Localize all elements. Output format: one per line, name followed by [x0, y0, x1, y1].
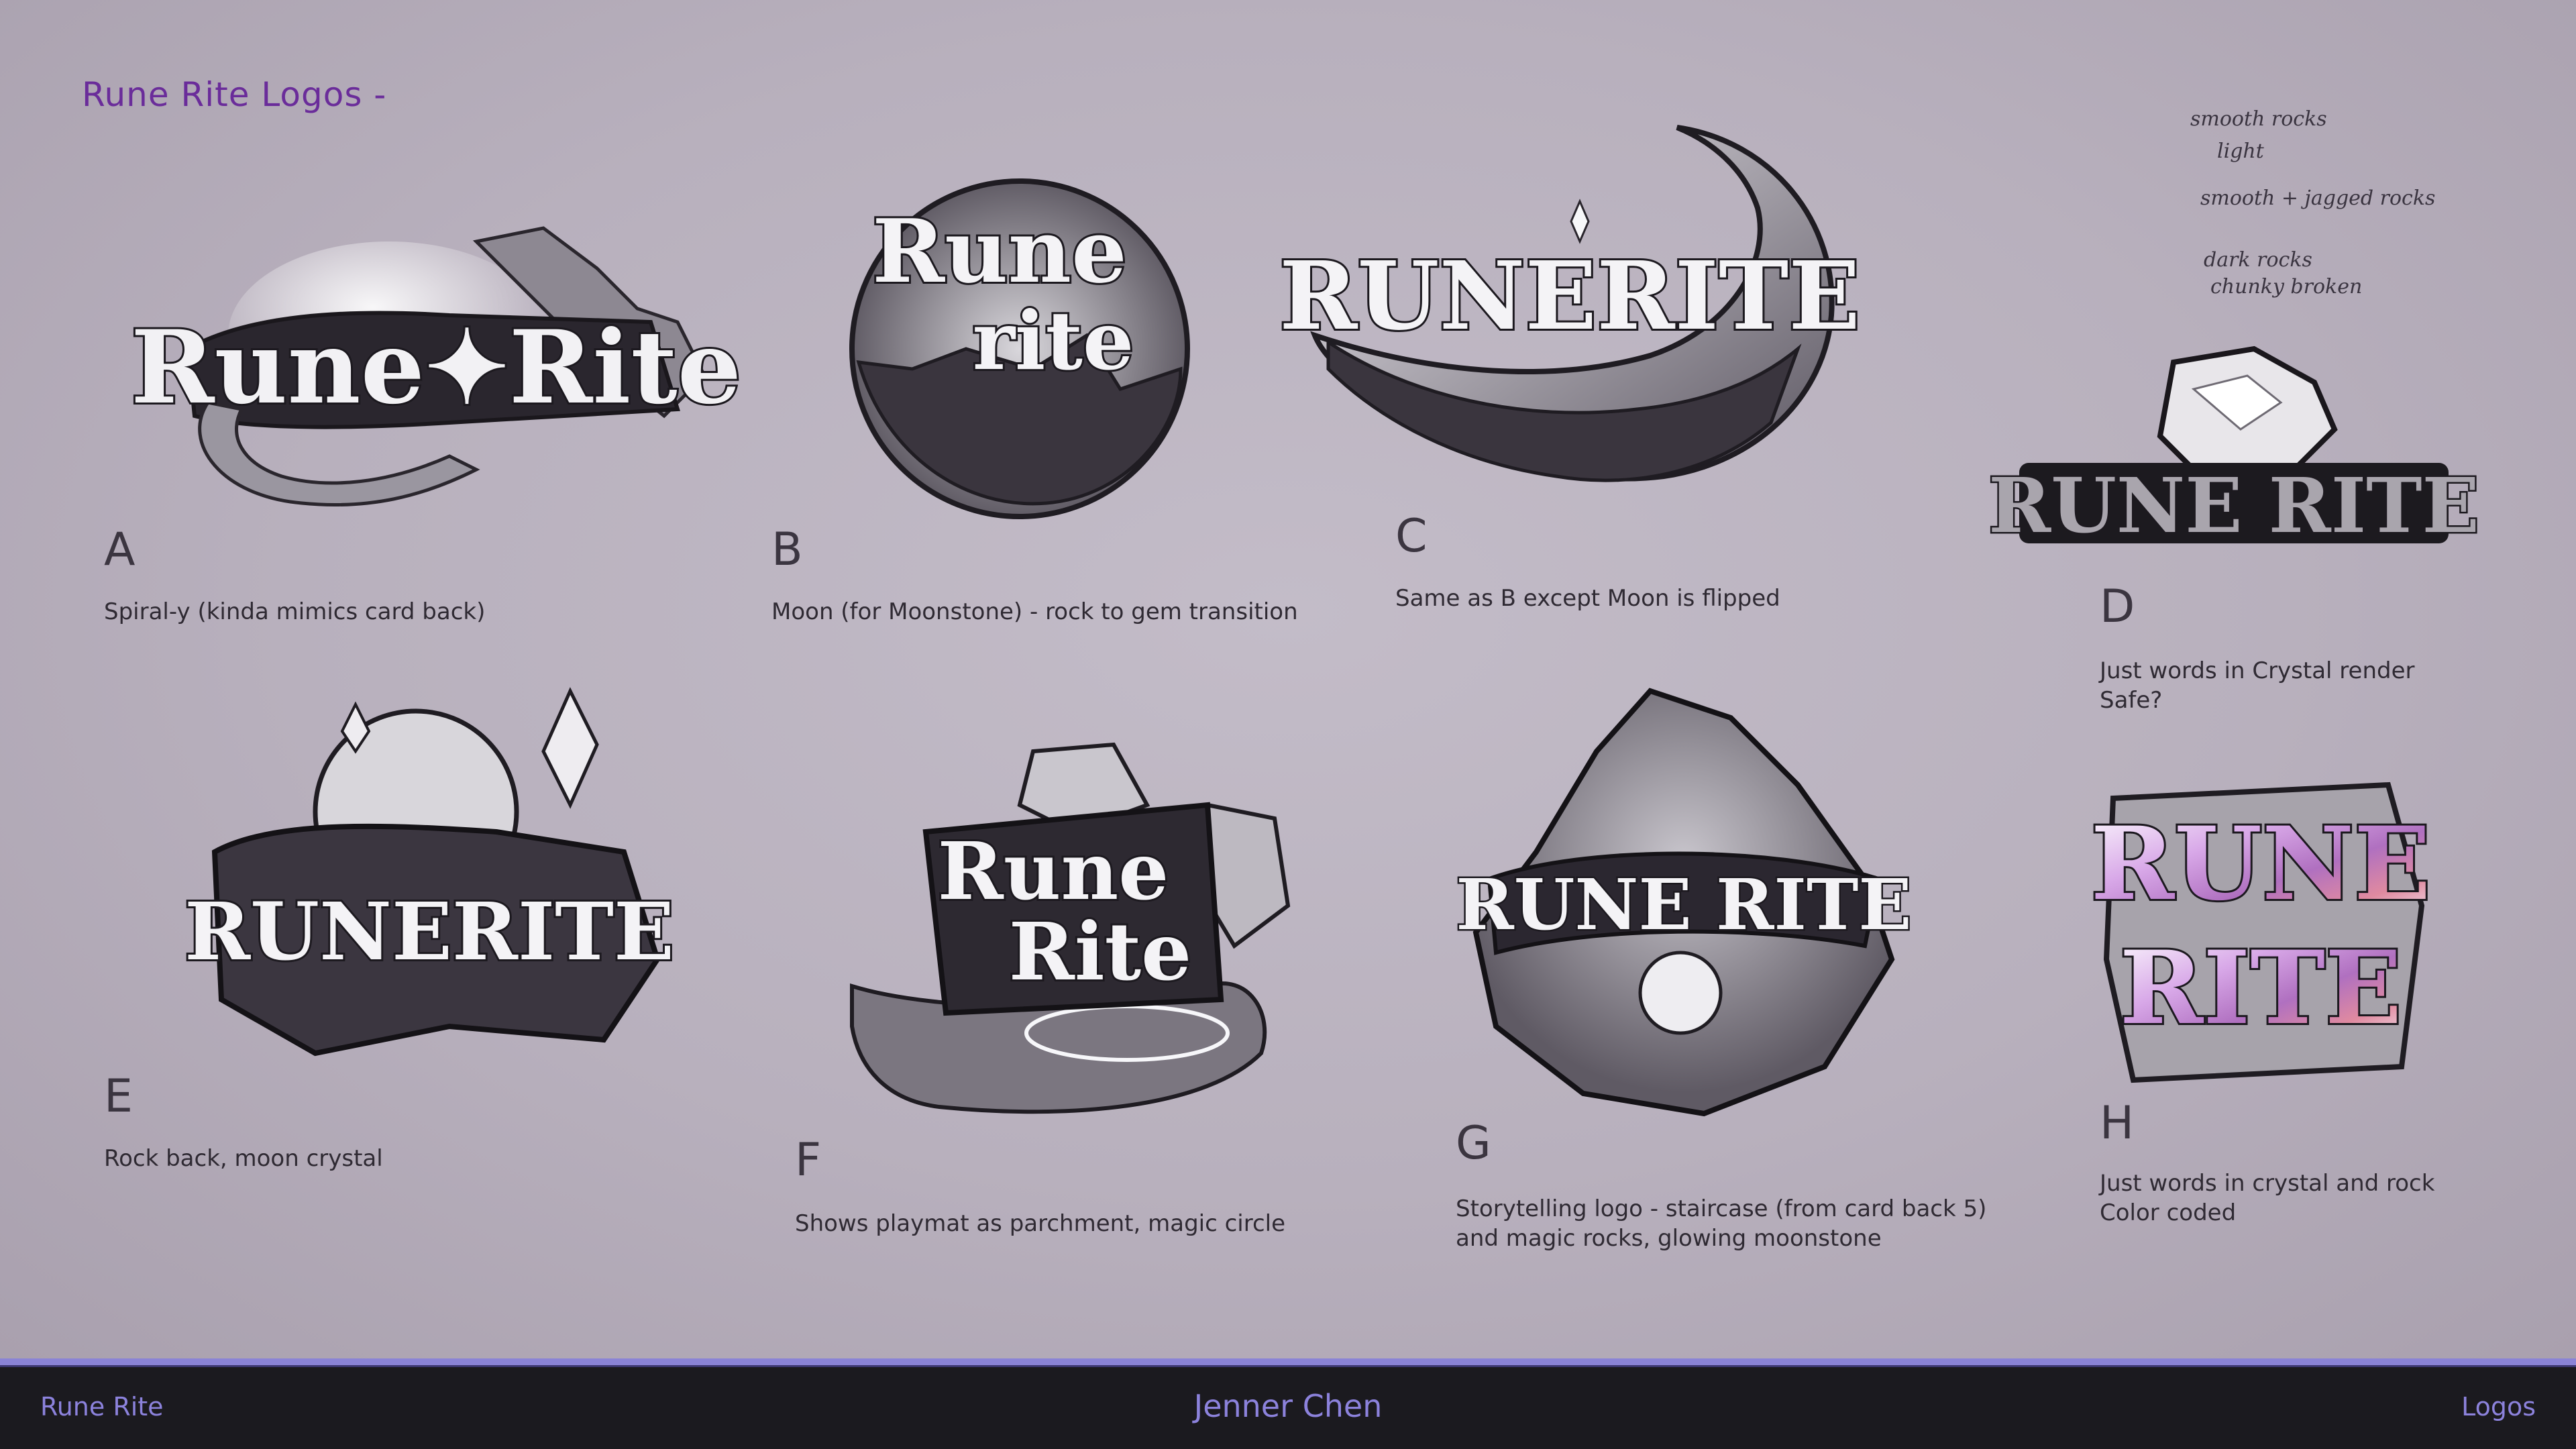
caption-h-line1: Just words in crystal and rock: [2100, 1170, 2435, 1197]
sheet-title: Rune Rite Logos -: [82, 75, 387, 114]
handwritten-note: light: [2217, 140, 2264, 163]
logo-b: Rune rite: [832, 148, 1194, 523]
wordmark-f-line2: Rite: [1009, 905, 1191, 998]
footer-section-name: Logos: [2461, 1392, 2536, 1421]
handwritten-note: chunky broken: [2210, 275, 2363, 299]
logo-f: Rune Rite: [832, 731, 1315, 1134]
handwritten-note: smooth rocks: [2190, 107, 2327, 131]
concept-letter-a: A: [104, 523, 136, 576]
footer-bar: Rune Rite Jenner Chen Logos: [0, 1358, 2576, 1449]
concept-letter-b: B: [771, 523, 803, 576]
concept-sheet: Rune Rite Logos - Rune✦Rite A Spiral-y (…: [0, 0, 2576, 1358]
concept-letter-d: D: [2100, 580, 2135, 633]
caption-f: Shows playmat as parchment, magic circle: [795, 1210, 1286, 1237]
wordmark-d: RUNE RITE: [1988, 462, 2479, 550]
wordmark-h-line2: RITE: [2120, 929, 2402, 1047]
caption-g-line1: Storytelling logo - staircase (from card…: [1456, 1195, 1987, 1222]
concept-letter-e: E: [104, 1070, 133, 1123]
footer-author-name: Jenner Chen: [1193, 1388, 1383, 1424]
wordmark-b-line1: Rune: [872, 200, 1127, 303]
wordmark-h-line1: RUNE: [2091, 805, 2431, 923]
concept-letter-h: H: [2100, 1097, 2135, 1150]
wordmark-b-line2: rite: [973, 294, 1134, 388]
concept-letter-c: C: [1395, 510, 1428, 563]
caption-b: Moon (for Moonstone) - rock to gem trans…: [771, 598, 1298, 625]
caption-c: Same as B except Moon is flipped: [1395, 585, 1780, 612]
caption-d-line2: Safe?: [2100, 687, 2163, 714]
logo-a: Rune✦Rite: [129, 215, 743, 564]
wordmark-f-line1: Rune: [938, 824, 1169, 918]
handwritten-note: smooth + jagged rocks: [2200, 186, 2436, 210]
wordmark-c: RUNERITE: [1279, 241, 1860, 352]
footer-accent-stripe: [0, 1358, 2576, 1365]
wordmark-a: Rune✦Rite: [131, 309, 741, 427]
concept-letter-f: F: [795, 1134, 822, 1187]
caption-h-line2: Color coded: [2100, 1199, 2237, 1226]
logo-d: RUNE RITE: [1987, 342, 2481, 564]
caption-a: Spiral-y (kinda mimics card back): [104, 598, 486, 625]
logo-h: RUNE RITE: [2089, 771, 2432, 1087]
wordmark-g: RUNE RITE: [1456, 863, 1911, 946]
logo-c: RUNERITE: [1277, 114, 1862, 496]
caption-g-line2: and magic rocks, glowing moonstone: [1456, 1225, 1882, 1252]
wordmark-e: RUNERITE: [184, 885, 674, 978]
caption-d-line1: Just words in Crystal render: [2100, 657, 2415, 684]
logo-e: RUNERITE: [182, 678, 676, 1080]
logo-g: RUNE RITE: [1449, 678, 1913, 1120]
concept-letter-g: G: [1456, 1117, 1491, 1170]
footer-accent-shadow: [0, 1365, 2576, 1367]
handwritten-note: dark rocks: [2204, 248, 2312, 272]
caption-e: Rock back, moon crystal: [104, 1145, 383, 1172]
